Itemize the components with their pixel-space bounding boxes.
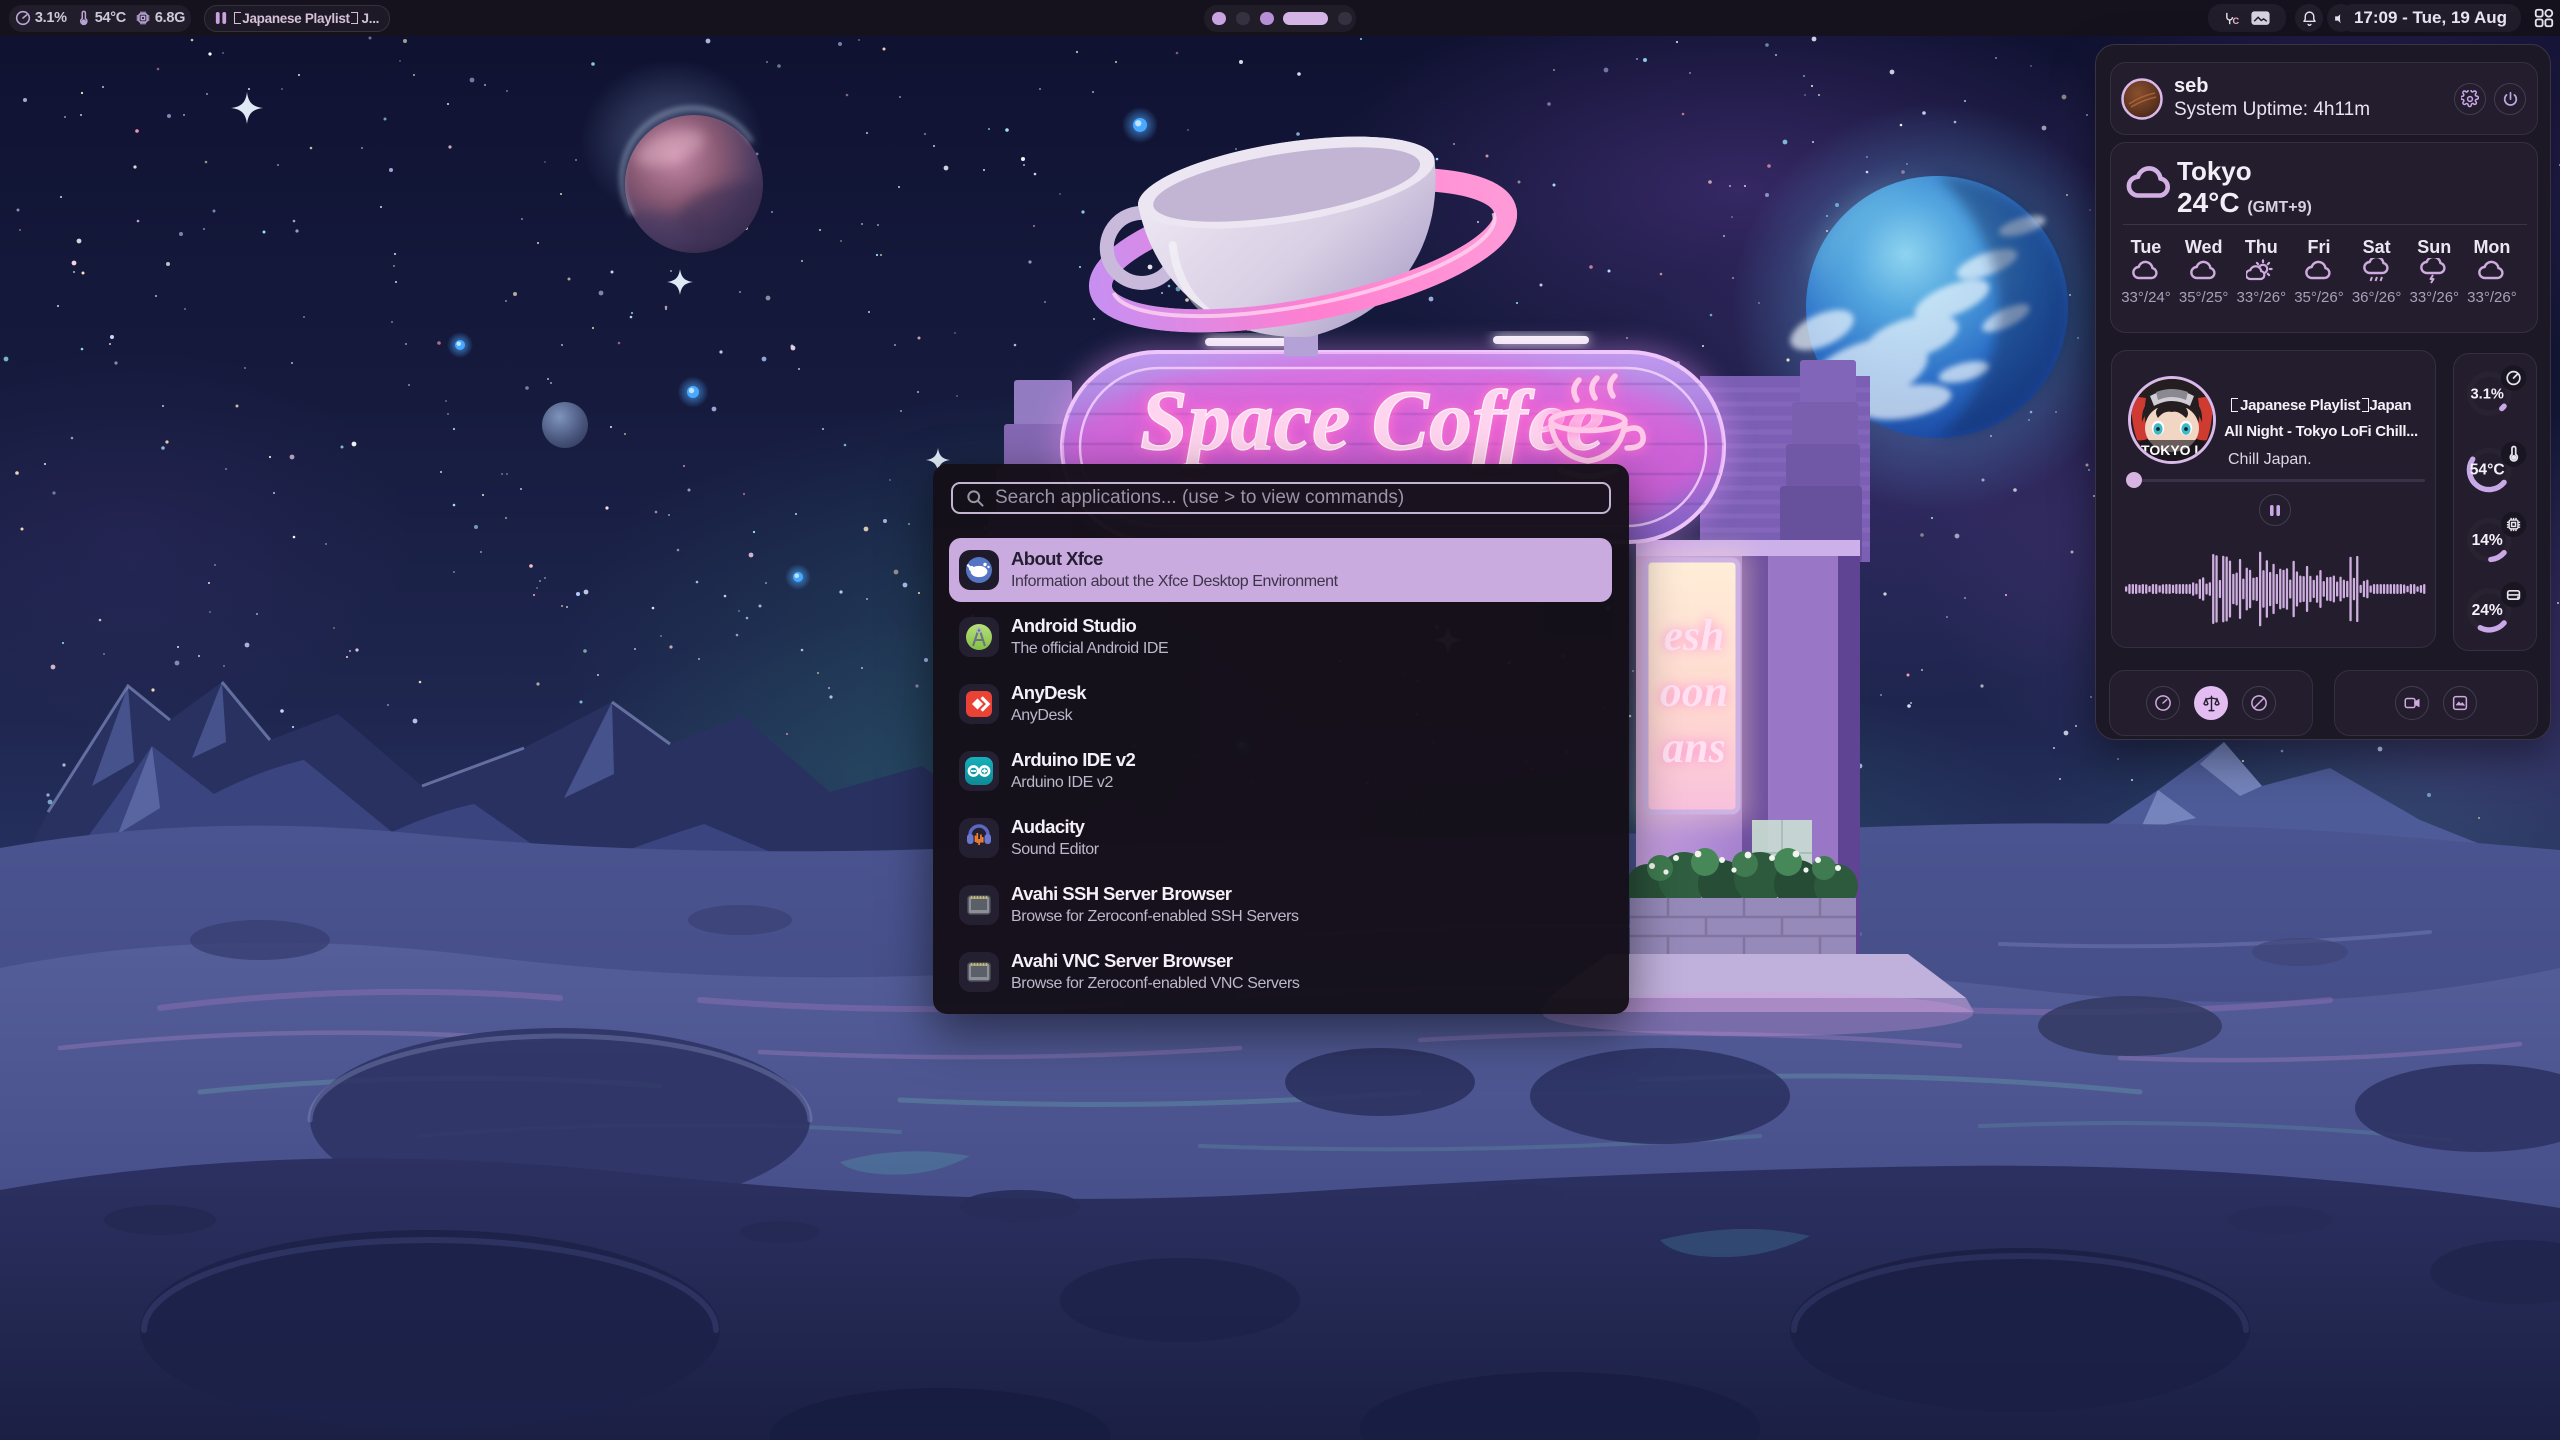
svg-text:Space Coffee: Space Coffee [1140,372,1604,468]
svg-text:oon: oon [1660,667,1728,716]
svg-text:14%: 14% [2472,532,2503,549]
svg-text:esh: esh [1663,611,1724,660]
svg-text:3.1%: 3.1% [2471,387,2504,403]
svg-text:54°C: 54°C [2470,462,2505,479]
svg-text:C: C [2233,16,2240,26]
svg-text:ans: ans [1662,723,1726,772]
svg-text:24%: 24% [2472,602,2503,619]
